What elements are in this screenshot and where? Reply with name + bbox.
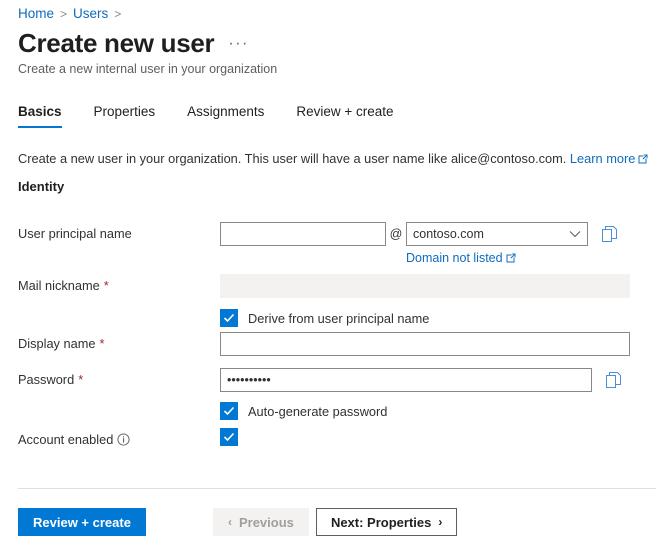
breadcrumb-item-users[interactable]: Users xyxy=(73,6,108,21)
breadcrumb-item-home[interactable]: Home xyxy=(18,6,54,21)
tab-assignments[interactable]: Assignments xyxy=(171,104,280,128)
previous-button-label: Previous xyxy=(238,514,294,530)
chevron-left-icon: ‹ xyxy=(227,515,232,529)
breadcrumb-separator-icon: > xyxy=(114,6,122,21)
copy-password-icon[interactable] xyxy=(606,371,621,389)
domain-not-listed-row: Domain not listed xyxy=(406,251,656,266)
user-principal-name-controls: @ contoso.com xyxy=(220,222,656,246)
tab-list: Basics Properties Assignments Review + c… xyxy=(18,104,410,128)
breadcrumb-separator-icon: > xyxy=(60,6,68,21)
field-row-display-name: Display name * xyxy=(0,332,656,368)
auto-generate-password-label: Auto-generate password xyxy=(248,403,388,419)
required-marker: * xyxy=(99,336,105,351)
label-mail-nickname: Mail nickname * xyxy=(18,278,109,293)
derive-from-upn-row: Derive from user principal name xyxy=(220,309,656,327)
label-account-enabled: Account enabled xyxy=(0,428,220,447)
auto-generate-password-row: Auto-generate password xyxy=(220,402,656,420)
external-link-icon xyxy=(506,252,516,266)
breadcrumb: Home > Users > xyxy=(18,6,121,21)
domain-not-listed-link[interactable]: Domain not listed xyxy=(406,251,503,265)
domain-select-value: contoso.com xyxy=(413,227,484,241)
account-enabled-checkbox[interactable] xyxy=(220,428,238,446)
label-password: Password * xyxy=(18,372,84,387)
chevron-down-icon xyxy=(569,227,581,241)
field-row-mail-nickname: Mail nickname * Derive from user principa… xyxy=(0,274,656,332)
at-symbol: @ xyxy=(389,227,403,241)
user-principal-name-input[interactable] xyxy=(220,222,386,246)
form-description-text: Create a new user in your organization. … xyxy=(18,151,567,166)
required-marker: * xyxy=(103,278,109,293)
required-marker: * xyxy=(78,372,84,387)
next-properties-button[interactable]: Next: Properties › xyxy=(315,508,458,536)
tab-basics[interactable]: Basics xyxy=(18,104,78,128)
domain-select[interactable]: contoso.com xyxy=(406,222,588,246)
label-user-principal-name: User principal name xyxy=(18,226,132,241)
chevron-right-icon: › xyxy=(438,515,443,529)
info-icon[interactable] xyxy=(117,433,130,446)
password-input[interactable] xyxy=(220,368,592,392)
page-title-row: Create new user ··· xyxy=(18,29,249,58)
more-options-icon[interactable]: ··· xyxy=(228,36,248,52)
basics-form: User principal name @ contoso.com Domain… xyxy=(0,222,656,460)
next-button-label: Next: Properties xyxy=(330,514,432,530)
display-name-input[interactable] xyxy=(220,332,630,356)
learn-more-link[interactable]: Learn more xyxy=(570,151,635,166)
page-subtitle: Create a new internal user in your organ… xyxy=(18,62,278,76)
field-row-user-principal-name: User principal name @ contoso.com Domain… xyxy=(0,222,656,274)
derive-from-upn-checkbox[interactable] xyxy=(220,309,238,327)
label-display-name: Display name * xyxy=(18,336,105,351)
footer-actions: Review + create ‹ Previous Next: Propert… xyxy=(0,505,656,539)
mail-nickname-input xyxy=(220,274,630,298)
field-row-account-enabled: Account enabled xyxy=(0,428,656,460)
form-description: Create a new user in your organization. … xyxy=(18,151,648,167)
review-create-button[interactable]: Review + create xyxy=(18,508,146,536)
tab-properties[interactable]: Properties xyxy=(78,104,172,128)
derive-from-upn-label: Derive from user principal name xyxy=(248,310,430,326)
page-title: Create new user xyxy=(18,28,215,58)
field-row-password: Password* Auto-generate password xyxy=(0,368,656,428)
tab-review-create[interactable]: Review + create xyxy=(280,104,409,128)
footer-divider xyxy=(18,488,656,489)
auto-generate-password-checkbox[interactable] xyxy=(220,402,238,420)
external-link-icon xyxy=(638,152,648,167)
copy-user-principal-name-icon[interactable] xyxy=(602,225,617,243)
section-title-identity: Identity xyxy=(18,179,65,194)
previous-button: ‹ Previous xyxy=(212,508,309,536)
